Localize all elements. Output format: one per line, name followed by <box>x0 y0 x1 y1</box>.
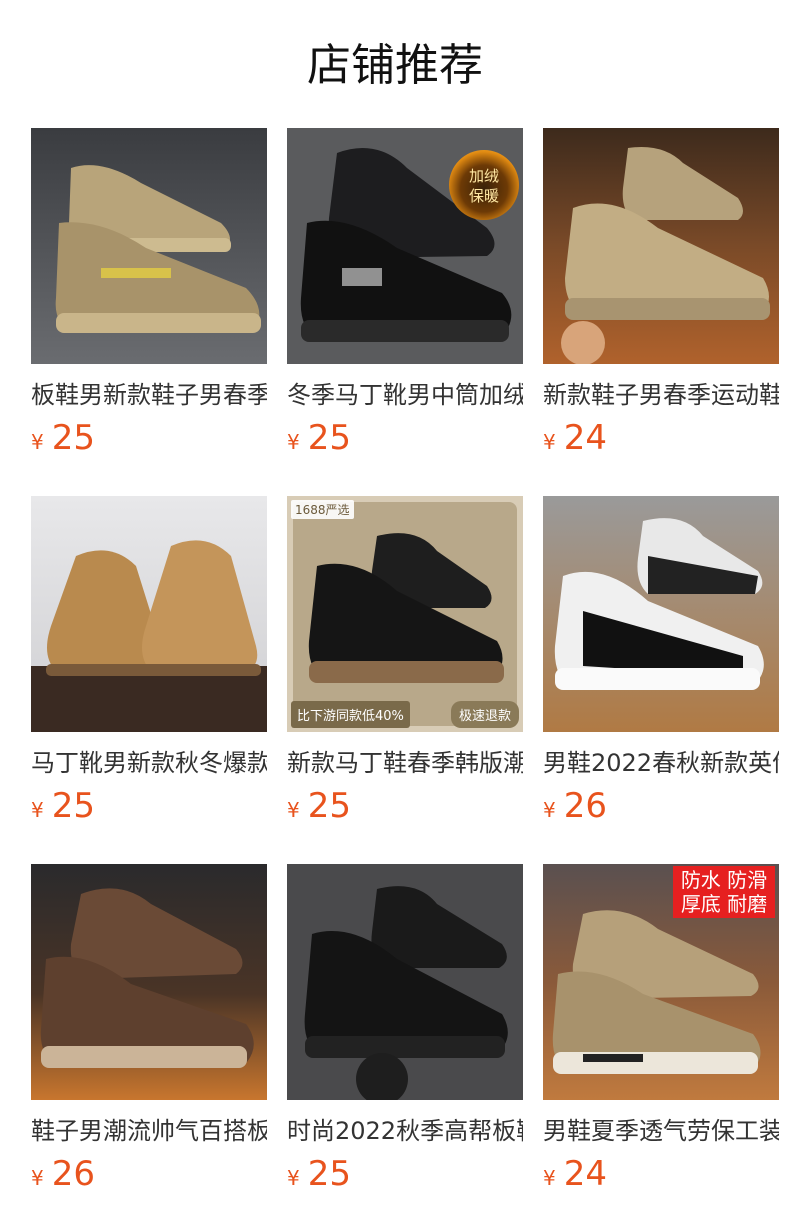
product-image[interactable]: 1688严选 比下游同款低40% 极速退款 <box>287 496 523 732</box>
product-name[interactable]: 时尚2022秋季高帮板鞋 <box>287 1114 523 1148</box>
selection-tag: 1688严选 <box>291 500 354 519</box>
badge-text: 加绒 保暖 <box>468 167 499 205</box>
shop-recommend-page: 店铺推荐 板鞋男新款鞋子男春季 ¥25 加绒 保暖 冬季马丁靴男中筒加绒 ¥ 2… <box>0 0 790 1232</box>
product-name[interactable]: 男鞋2022春秋新款英伦 <box>543 746 779 780</box>
currency-symbol: ¥ <box>287 430 300 454</box>
product-image[interactable]: 防水 防滑 厚底 耐磨 <box>543 864 779 1100</box>
product-name[interactable]: 男鞋夏季透气劳保工装 <box>543 1114 779 1148</box>
product-image[interactable] <box>31 864 267 1100</box>
product-price: ¥25 <box>287 418 351 458</box>
product-price: ¥24 <box>543 418 607 458</box>
price-value: 24 <box>563 418 607 458</box>
product-name[interactable]: 新款鞋子男春季运动鞋 <box>543 378 779 412</box>
currency-symbol: ¥ <box>31 798 44 822</box>
fast-refund-label: 极速退款 <box>450 700 519 728</box>
product-image[interactable] <box>31 496 267 732</box>
currency-symbol: ¥ <box>31 430 44 454</box>
product-card[interactable]: 马丁靴男新款秋冬爆款 ¥25 <box>31 496 267 826</box>
currency-symbol: ¥ <box>543 798 556 822</box>
price-value: 25 <box>51 418 95 458</box>
product-card[interactable]: 加绒 保暖 冬季马丁靴男中筒加绒 ¥25 <box>287 128 523 458</box>
product-price: ¥26 <box>31 1154 95 1194</box>
price-value: 24 <box>563 1154 607 1194</box>
price-value: 26 <box>563 786 607 826</box>
product-card[interactable]: 1688严选 比下游同款低40% 极速退款 新款马丁鞋春季韩版潮 ¥25 <box>287 496 523 826</box>
price-value: 25 <box>307 1154 351 1194</box>
product-image[interactable] <box>543 128 779 364</box>
price-value: 25 <box>307 786 351 826</box>
product-name[interactable]: 冬季马丁靴男中筒加绒 <box>287 378 523 412</box>
product-card[interactable]: 防水 防滑 厚底 耐磨 男鞋夏季透气劳保工装 ¥24 <box>543 864 779 1194</box>
badge-text: 防水 防滑 厚底 耐磨 <box>680 868 768 916</box>
price-compare-label: 比下游同款低40% <box>291 700 410 728</box>
product-image[interactable]: 加绒 保暖 <box>287 128 523 364</box>
product-image[interactable] <box>31 128 267 364</box>
page-title: 店铺推荐 <box>307 40 483 91</box>
product-price: ¥25 <box>31 786 95 826</box>
product-card[interactable]: 男鞋2022春秋新款英伦 ¥26 <box>543 496 779 826</box>
currency-symbol: ¥ <box>287 798 300 822</box>
product-card[interactable]: 新款鞋子男春季运动鞋 ¥24 <box>543 128 779 458</box>
product-price: ¥25 <box>31 418 95 458</box>
product-price: ¥26 <box>543 786 607 826</box>
product-card[interactable]: 鞋子男潮流帅气百搭板 ¥26 <box>31 864 267 1194</box>
product-card[interactable]: 时尚2022秋季高帮板鞋 ¥25 <box>287 864 523 1194</box>
product-price: ¥25 <box>287 786 351 826</box>
product-price: ¥25 <box>287 1154 351 1194</box>
currency-symbol: ¥ <box>543 430 556 454</box>
currency-symbol: ¥ <box>31 1166 44 1190</box>
price-value: 25 <box>51 786 95 826</box>
product-image[interactable] <box>543 496 779 732</box>
product-name[interactable]: 新款马丁鞋春季韩版潮 <box>287 746 523 780</box>
product-name[interactable]: 鞋子男潮流帅气百搭板 <box>31 1114 267 1148</box>
product-name[interactable]: 马丁靴男新款秋冬爆款 <box>31 746 267 780</box>
feature-badge: 防水 防滑 厚底 耐磨 <box>673 866 775 918</box>
product-price: ¥24 <box>543 1154 607 1194</box>
product-image[interactable] <box>287 864 523 1100</box>
currency-symbol: ¥ <box>287 1166 300 1190</box>
product-card[interactable]: 板鞋男新款鞋子男春季 ¥25 <box>31 128 267 458</box>
currency-symbol: ¥ <box>543 1166 556 1190</box>
warm-badge: 加绒 保暖 <box>449 150 519 220</box>
promo-bar: 比下游同款低40% 极速退款 <box>291 700 519 728</box>
product-name[interactable]: 板鞋男新款鞋子男春季 <box>31 378 267 412</box>
price-value: 25 <box>307 418 351 458</box>
price-value: 26 <box>51 1154 95 1194</box>
product-grid: 板鞋男新款鞋子男春季 ¥25 加绒 保暖 冬季马丁靴男中筒加绒 ¥25 新款鞋子… <box>31 128 779 1194</box>
